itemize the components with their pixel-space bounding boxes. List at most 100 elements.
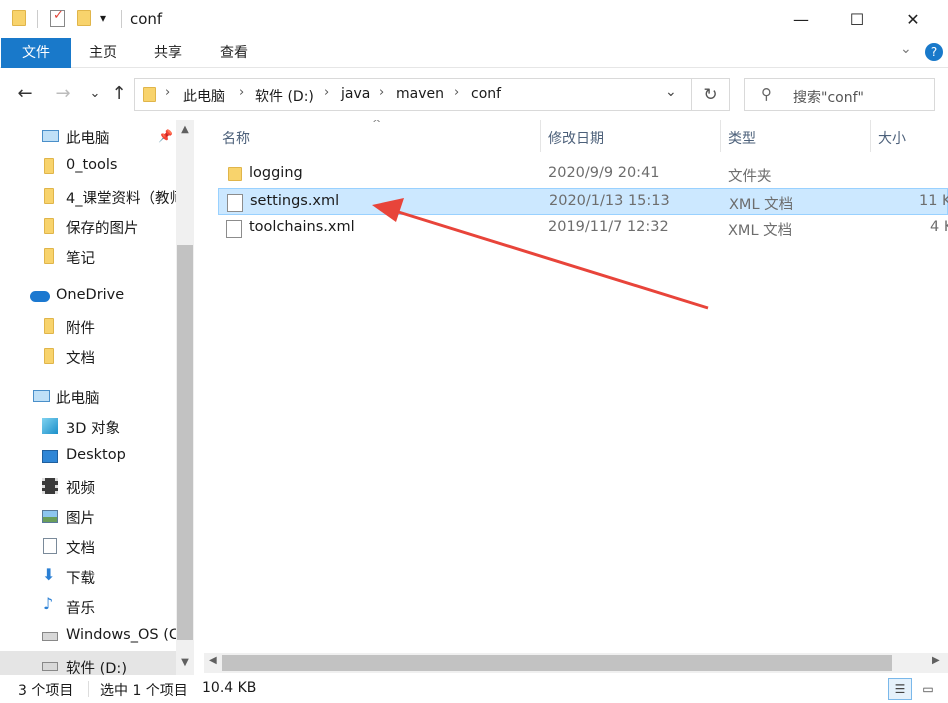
breadcrumb-separator: › — [239, 85, 245, 100]
scrollbar-thumb[interactable] — [222, 655, 892, 671]
tab-share[interactable]: 共享 — [142, 38, 194, 68]
sidebar-item-0-tools[interactable]: 0_tools — [0, 151, 178, 181]
up-button[interactable]: ↑ — [108, 83, 130, 104]
file-row-toolchains-xml[interactable]: toolchains.xml 2019/11/7 12:32 XML 文档 4 … — [218, 215, 948, 242]
item-count: 3 个项目 — [18, 683, 74, 699]
details-view-button[interactable]: ☰ — [888, 678, 912, 700]
scrollbar-thumb[interactable] — [177, 245, 193, 640]
folder-icon — [12, 10, 26, 26]
refresh-button[interactable]: ↻ — [692, 78, 730, 111]
sidebar-item-notes[interactable]: 笔记 — [0, 241, 178, 271]
download-icon: ⬇ — [42, 565, 56, 584]
forward-button[interactable]: → — [52, 83, 74, 104]
column-header-size[interactable]: 大小 — [870, 120, 948, 152]
sidebar-item-downloads[interactable]: ⬇ 下载 — [0, 561, 178, 591]
scroll-down-icon[interactable]: ▼ — [176, 657, 194, 668]
sidebar-item-label: 视频 — [66, 481, 95, 497]
tab-home[interactable]: 主页 — [78, 38, 128, 68]
column-header-name[interactable]: 名称 ^ — [204, 120, 540, 152]
column-label: 名称 — [222, 131, 250, 147]
xml-file-icon — [226, 220, 242, 238]
column-header-type[interactable]: 类型 — [720, 120, 870, 152]
sidebar-item-drive-c[interactable]: Windows_OS (C — [0, 621, 178, 651]
file-name: settings.xml — [250, 193, 340, 209]
separator — [37, 10, 38, 28]
minimize-button[interactable]: — — [774, 0, 828, 38]
breadcrumb-maven[interactable]: maven — [396, 86, 444, 102]
file-row-logging[interactable]: logging 2020/9/9 20:41 文件夹 — [218, 161, 948, 188]
sidebar-item-this-pc[interactable]: 此电脑 — [0, 381, 178, 411]
scroll-up-icon[interactable]: ▲ — [176, 124, 194, 135]
breadcrumb-drive-d[interactable]: 软件 (D:) — [255, 86, 314, 106]
address-dropdown-icon[interactable]: ⌄ — [665, 84, 677, 100]
sidebar-item-3d-objects[interactable]: 3D 对象 — [0, 411, 178, 441]
search-icon: ⚲ — [761, 85, 772, 103]
new-folder-icon[interactable] — [77, 10, 91, 26]
collapse-ribbon-icon[interactable]: ⌄ — [900, 41, 912, 57]
sidebar-item-label: 0_tools — [66, 157, 118, 173]
drive-icon — [42, 662, 58, 671]
folder-icon — [44, 158, 54, 174]
customize-toolbar-chevron-icon[interactable]: ▾ — [100, 11, 106, 25]
sidebar-item-attachments[interactable]: 附件 — [0, 311, 178, 341]
recent-locations-button[interactable]: ⌄ — [84, 86, 106, 101]
sidebar-item-music[interactable]: ♪ 音乐 — [0, 591, 178, 621]
search-box[interactable]: ⚲ 搜索"conf" — [744, 78, 935, 111]
music-icon: ♪ — [43, 594, 54, 613]
back-button[interactable]: ← — [14, 83, 36, 104]
separator — [88, 681, 89, 697]
desktop-icon — [42, 450, 58, 463]
sidebar-item-label: 4_课堂资料（教师 — [66, 191, 176, 207]
file-type: XML 文档 — [729, 197, 794, 213]
properties-icon[interactable]: ✓ — [50, 8, 65, 27]
sidebar-item-pictures[interactable]: 图片 — [0, 501, 178, 531]
breadcrumb-this-pc[interactable]: 此电脑 — [183, 86, 225, 106]
sidebar-item-documents[interactable]: 文档 — [0, 531, 178, 561]
ribbon: 文件 主页 共享 查看 ⌄ ? — [0, 38, 948, 68]
file-name: logging — [249, 165, 303, 181]
sidebar-item-label: 笔记 — [66, 251, 95, 267]
scroll-right-icon[interactable]: ▶ — [932, 655, 940, 666]
breadcrumb-separator: › — [165, 85, 171, 100]
close-button[interactable]: ✕ — [886, 0, 940, 38]
file-row-settings-xml[interactable]: settings.xml 2020/1/13 15:13 XML 文档 11 K — [218, 188, 948, 215]
file-type: 文件夹 — [728, 169, 772, 185]
selection-size: 10.4 KB — [202, 680, 257, 696]
sidebar-item-onedrive[interactable]: OneDrive — [0, 281, 178, 311]
sidebar-item-documents-onedrive[interactable]: 文档 — [0, 341, 178, 371]
status-bar: 3 个项目 选中 1 个项目 10.4 KB ☰ ▭ — [0, 675, 948, 703]
large-icons-view-button[interactable]: ▭ — [916, 678, 940, 700]
file-list: 名称 ^ 修改日期 类型 大小 logging 2020/9/9 20:41 文… — [204, 120, 948, 653]
folder-icon — [44, 218, 54, 234]
tab-view[interactable]: 查看 — [208, 38, 260, 68]
column-header-date[interactable]: 修改日期 — [540, 120, 720, 152]
scroll-left-icon[interactable]: ◀ — [209, 655, 217, 666]
separator — [121, 10, 122, 28]
sidebar-item-drive-d[interactable]: 软件 (D:) — [0, 651, 178, 675]
search-input[interactable]: 搜索"conf" — [793, 87, 864, 107]
sidebar-item-label: 下载 — [66, 571, 95, 587]
window-title: conf — [130, 10, 163, 28]
help-icon[interactable]: ? — [925, 43, 943, 61]
breadcrumb-conf[interactable]: conf — [471, 86, 501, 102]
pc-icon — [33, 390, 50, 402]
pin-icon[interactable]: 📌 — [158, 129, 173, 143]
sidebar-item-4-course-materials[interactable]: 4_课堂资料（教师 — [0, 181, 178, 211]
sidebar-item-label: 音乐 — [66, 601, 95, 617]
sidebar-scrollbar[interactable]: ▲ ▼ — [176, 120, 194, 675]
drive-icon — [42, 632, 58, 641]
file-list-scrollbar[interactable]: ◀ ▶ — [204, 653, 948, 673]
sidebar-item-label: 图片 — [66, 511, 95, 527]
cube-icon — [42, 418, 58, 434]
maximize-button[interactable]: ☐ — [830, 0, 884, 38]
breadcrumb-java[interactable]: java — [341, 86, 370, 102]
pc-icon — [42, 130, 59, 142]
folder-icon — [44, 318, 54, 334]
column-label: 类型 — [728, 131, 756, 147]
sidebar-item-this-pc-quick[interactable]: 此电脑 📌 — [0, 121, 178, 151]
address-bar[interactable]: › 此电脑 › 软件 (D:) › java › maven › conf ⌄ — [134, 78, 692, 111]
sidebar-item-saved-pictures[interactable]: 保存的图片 — [0, 211, 178, 241]
sidebar-item-desktop[interactable]: Desktop — [0, 441, 178, 471]
sidebar-item-videos[interactable]: 视频 — [0, 471, 178, 501]
tab-file[interactable]: 文件 — [1, 38, 71, 68]
